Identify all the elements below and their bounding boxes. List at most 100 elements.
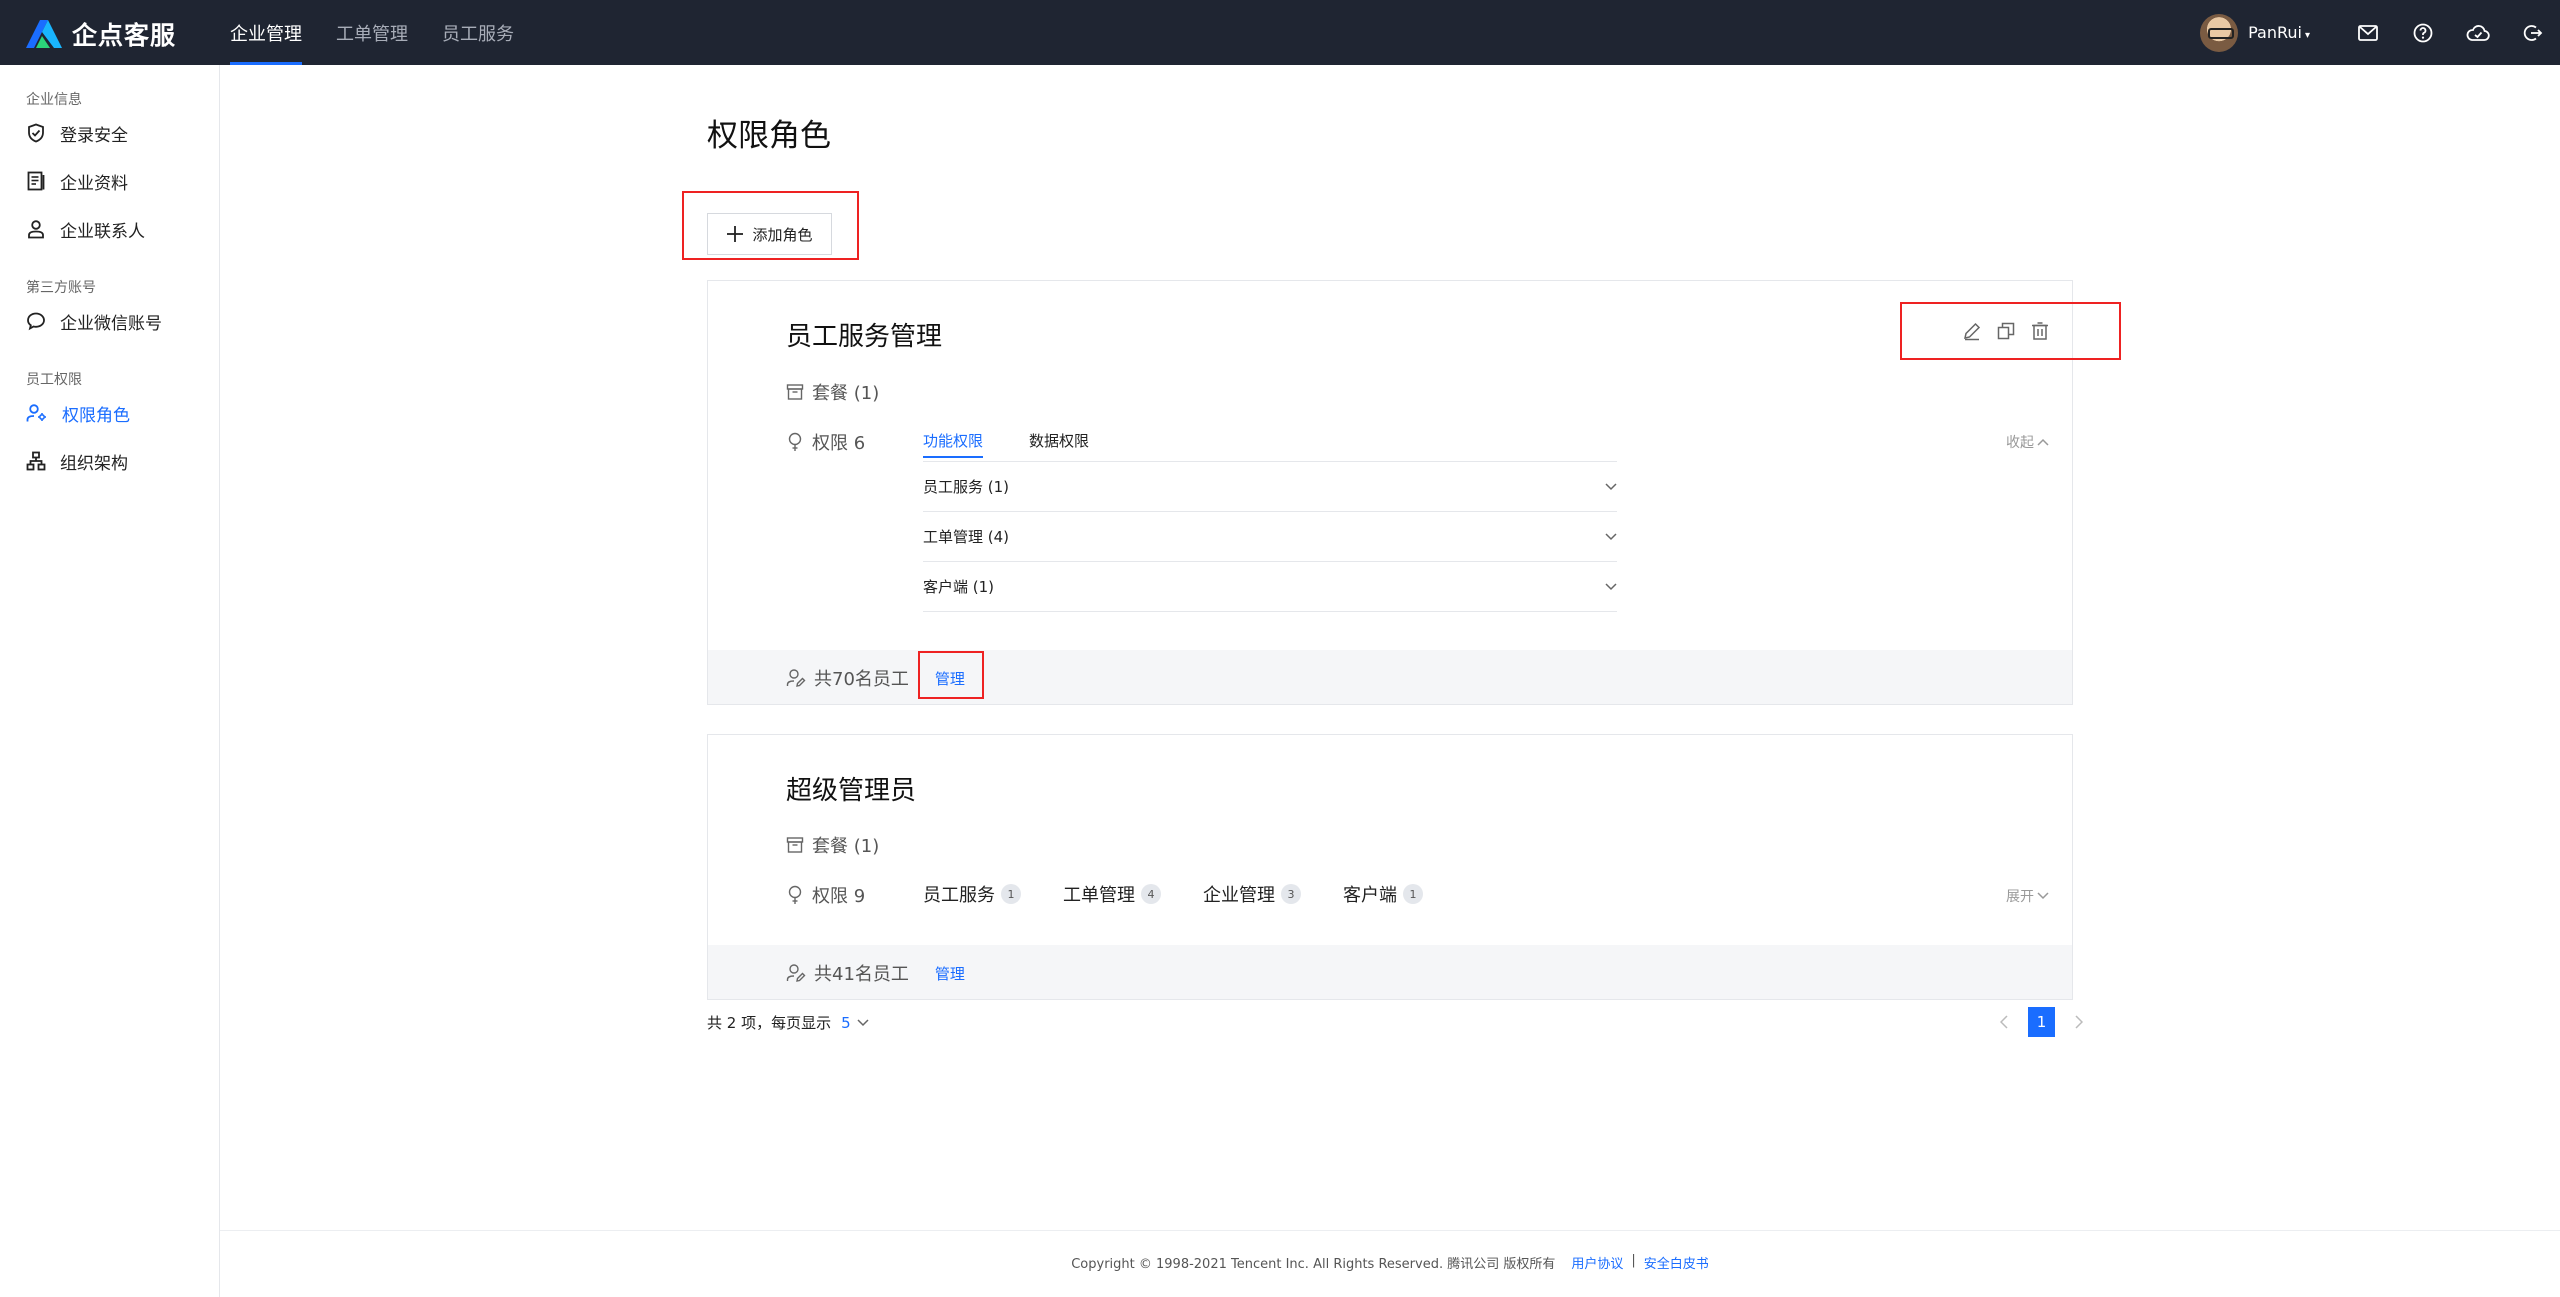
user-edit-icon bbox=[786, 964, 806, 982]
page-number-current[interactable]: 1 bbox=[2028, 1007, 2055, 1037]
expand-toggle[interactable]: 展开 bbox=[2006, 886, 2049, 906]
sidebar-item-org-structure[interactable]: 组织架构 bbox=[0, 437, 219, 485]
sidebar-item-label: 组织架构 bbox=[60, 453, 128, 474]
chip-count-badge: 1 bbox=[1001, 884, 1021, 904]
help-button[interactable] bbox=[2395, 0, 2450, 65]
chip-label: 工单管理 bbox=[1063, 885, 1135, 906]
org-chart-icon bbox=[26, 451, 46, 471]
document-icon bbox=[27, 171, 45, 191]
package-row: 套餐 (1) bbox=[786, 379, 879, 405]
add-role-label: 添加角色 bbox=[752, 225, 813, 244]
role-card: 超级管理员 套餐 (1) 权限 9 员工服务 1 工单管理 4 企业管理 3 客… bbox=[707, 734, 2073, 1000]
top-nav-tickets[interactable]: 工单管理 bbox=[336, 0, 408, 65]
accordion-label: 客户端 (1) bbox=[923, 578, 995, 596]
contact-icon bbox=[28, 220, 44, 239]
permission-row: 权限 6 bbox=[786, 429, 865, 455]
role-card: 员工服务管理 套餐 (1) 权限 6 功能权限 数据权限 收起 员工服务 (1)… bbox=[707, 280, 2073, 705]
chip-label: 企业管理 bbox=[1203, 885, 1275, 906]
employee-count: 共41名员工 bbox=[814, 964, 909, 985]
cloud-icon bbox=[2466, 24, 2490, 41]
mail-button[interactable] bbox=[2340, 0, 2395, 65]
mail-icon bbox=[2357, 24, 2378, 41]
sidebar-item-enterprise-contacts[interactable]: 企业联系人 bbox=[0, 205, 219, 253]
page-footer: Copyright © 1998-2021 Tencent Inc. All R… bbox=[220, 1230, 2560, 1297]
tab-function-permission[interactable]: 功能权限 bbox=[923, 423, 984, 458]
chevron-down-icon bbox=[2037, 892, 2049, 900]
add-role-button[interactable]: 添加角色 bbox=[707, 213, 832, 255]
package-label: 套餐 (1) bbox=[812, 383, 880, 404]
logout-button[interactable] bbox=[2505, 0, 2560, 65]
permission-chip: 员工服务 1 bbox=[923, 881, 1021, 907]
manage-link[interactable]: 管理 bbox=[935, 668, 965, 689]
pagination: 1 bbox=[1990, 1007, 2093, 1037]
avatar[interactable] bbox=[2200, 13, 2239, 52]
sidebar-item-permission-roles[interactable]: 权限角色 bbox=[0, 389, 219, 437]
top-right-toolbar: PanRui ▾ bbox=[2200, 0, 2560, 65]
accordion-label: 工单管理 (4) bbox=[923, 528, 1010, 546]
sidebar-item-label: 企业资料 bbox=[60, 173, 128, 194]
user-menu[interactable]: PanRui ▾ bbox=[2248, 23, 2310, 42]
collapse-toggle[interactable]: 收起 bbox=[2006, 432, 2049, 452]
brand-name: 企点客服 bbox=[72, 21, 177, 50]
employee-row: 共41名员工 管理 bbox=[786, 960, 965, 986]
footer-link-user-agreement[interactable]: 用户协议 bbox=[1571, 1253, 1623, 1272]
copy-icon[interactable] bbox=[1996, 321, 2016, 341]
expand-label: 展开 bbox=[2006, 889, 2034, 905]
sidebar-group-title: 员工权限 bbox=[26, 372, 82, 388]
next-page-button[interactable] bbox=[2065, 1007, 2093, 1037]
package-row: 套餐 (1) bbox=[786, 832, 879, 858]
role-name: 超级管理员 bbox=[786, 776, 917, 806]
brand-logo-icon bbox=[26, 20, 62, 48]
username: PanRui bbox=[2248, 23, 2302, 42]
permission-row: 权限 9 bbox=[786, 882, 865, 908]
permission-chips: 员工服务 1 工单管理 4 企业管理 3 客户端 1 bbox=[923, 881, 1423, 907]
page-title: 权限角色 bbox=[707, 118, 831, 154]
top-bar: 企点客服 企业管理 工单管理 员工服务 PanRui ▾ bbox=[0, 0, 2560, 65]
chevron-down-icon[interactable] bbox=[857, 1018, 869, 1027]
role-actions bbox=[1962, 321, 2050, 341]
brand-logo[interactable]: 企点客服 bbox=[24, 16, 176, 52]
delete-icon[interactable] bbox=[2030, 321, 2050, 341]
accordion-item[interactable]: 客户端 (1) bbox=[923, 562, 1617, 612]
bulb-icon bbox=[788, 885, 802, 904]
pagination-total: 共 2 项，每页显示 bbox=[707, 1014, 832, 1032]
top-nav: 企业管理 工单管理 员工服务 bbox=[230, 0, 514, 65]
sidebar-item-login-security[interactable]: 登录安全 bbox=[0, 109, 219, 157]
chevron-down-icon bbox=[1605, 532, 1617, 540]
sidebar: 企业信息 登录安全 企业资料 企业联系人 第三方账号 企业微信账号 员工权限 权… bbox=[0, 65, 220, 1297]
sidebar-group-title: 企业信息 bbox=[26, 92, 82, 108]
chevron-left-icon bbox=[2000, 1015, 2008, 1029]
pagination-summary: 共 2 项，每页显示 5 bbox=[707, 1012, 869, 1033]
page-size-value: 5 bbox=[841, 1013, 851, 1032]
accordion-item[interactable]: 员工服务 (1) bbox=[923, 462, 1617, 512]
logout-icon bbox=[2523, 24, 2542, 41]
top-nav-enterprise[interactable]: 企业管理 bbox=[230, 0, 302, 65]
tab-data-permission[interactable]: 数据权限 bbox=[1029, 423, 1089, 457]
help-icon bbox=[2413, 23, 2432, 42]
role-icon bbox=[26, 404, 46, 422]
caret-down-icon: ▾ bbox=[2304, 30, 2310, 41]
manage-link[interactable]: 管理 bbox=[935, 963, 965, 984]
copyright: Copyright © 1998-2021 Tencent Inc. All R… bbox=[1071, 1257, 1556, 1272]
accordion-item[interactable]: 工单管理 (4) bbox=[923, 512, 1617, 562]
footer-link-security-whitepaper[interactable]: 安全白皮书 bbox=[1644, 1253, 1709, 1272]
shield-icon bbox=[28, 123, 44, 143]
cloud-button[interactable] bbox=[2450, 0, 2505, 65]
permission-chip: 工单管理 4 bbox=[1063, 881, 1161, 907]
sidebar-item-wecom-account[interactable]: 企业微信账号 bbox=[0, 297, 219, 345]
employee-row: 共70名员工 管理 bbox=[786, 665, 965, 691]
top-nav-employee-service[interactable]: 员工服务 bbox=[442, 0, 514, 65]
chevron-down-icon bbox=[1605, 582, 1617, 590]
chip-label: 客户端 bbox=[1343, 885, 1397, 906]
prev-page-button[interactable] bbox=[1990, 1007, 2018, 1037]
permission-chip: 客户端 1 bbox=[1343, 881, 1423, 907]
chevron-right-icon bbox=[2075, 1015, 2083, 1029]
page-size-select[interactable]: 5 bbox=[841, 1014, 851, 1032]
chevron-up-icon bbox=[2037, 438, 2049, 446]
package-icon bbox=[786, 384, 804, 400]
edit-icon[interactable] bbox=[1962, 321, 1982, 341]
collapse-label: 收起 bbox=[2006, 435, 2034, 451]
chevron-down-icon bbox=[1605, 482, 1617, 490]
sidebar-item-enterprise-profile[interactable]: 企业资料 bbox=[0, 157, 219, 205]
footer-separator: | bbox=[1631, 1253, 1636, 1268]
